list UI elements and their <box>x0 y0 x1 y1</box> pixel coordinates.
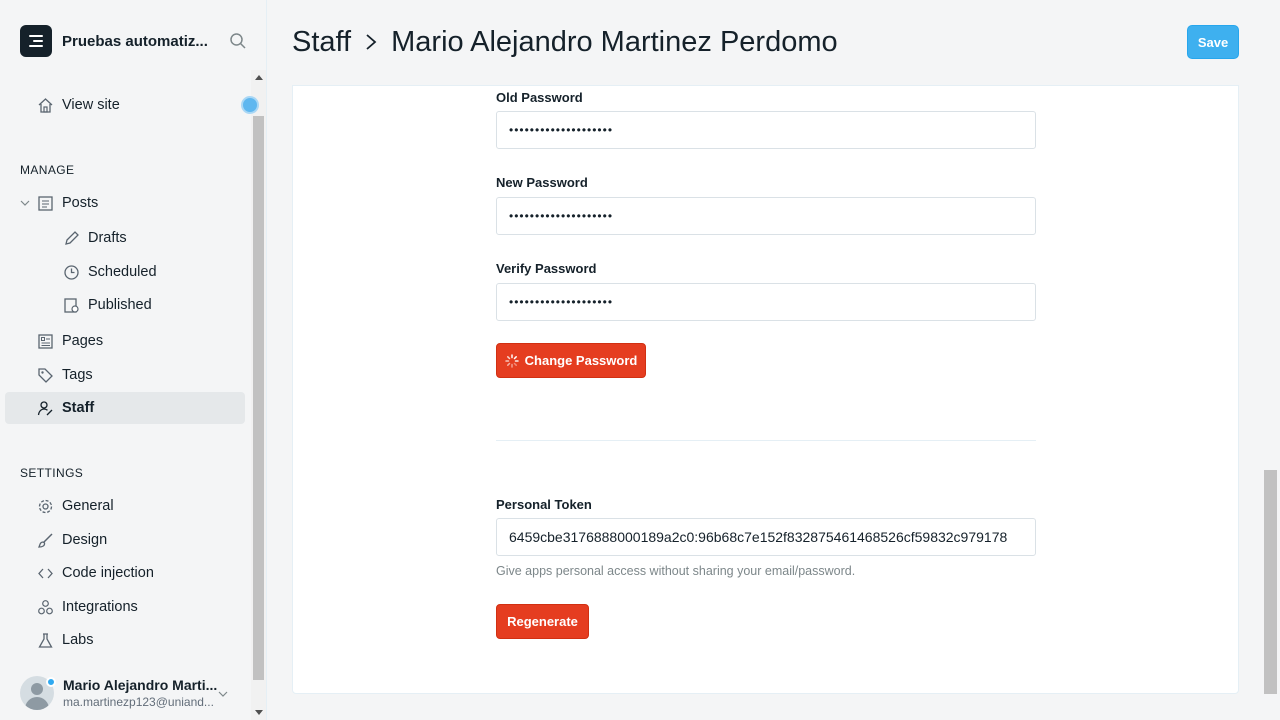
personal-token-label: Personal Token <box>496 497 592 512</box>
sidebar-item-label: Drafts <box>88 230 127 246</box>
sidebar-item-label: Tags <box>62 367 93 383</box>
breadcrumb: Staff Mario Alejandro Martinez Perdomo <box>292 24 838 60</box>
posts-icon <box>36 194 54 212</box>
sidebar-item-label: General <box>62 498 114 514</box>
manage-section-title: MANAGE <box>20 163 75 177</box>
staff-icon <box>36 399 54 417</box>
chevron-right-icon <box>365 32 377 52</box>
page-title: Mario Alejandro Martinez Perdomo <box>391 25 838 58</box>
chevron-down-icon[interactable] <box>218 686 228 704</box>
brand[interactable]: Pruebas automatiz... <box>20 25 214 57</box>
published-icon <box>62 296 80 314</box>
spinner-icon <box>504 353 519 368</box>
sidebar-item-label: Pages <box>62 333 104 349</box>
code-icon <box>36 564 54 582</box>
sidebar-scroll-thumb[interactable] <box>253 116 264 680</box>
regenerate-button[interactable]: Regenerate <box>496 604 589 639</box>
main-scroll-thumb[interactable] <box>1264 470 1277 694</box>
pages-icon <box>36 332 54 350</box>
sidebar-item-general[interactable]: General <box>36 497 114 515</box>
settings-section-title: SETTINGS <box>20 466 84 480</box>
sidebar-item-label: Code injection <box>62 565 154 581</box>
sidebar-item-pages[interactable]: Pages <box>36 332 103 350</box>
verify-password-label: Verify Password <box>496 261 597 276</box>
sidebar-item-integrations[interactable]: Integrations <box>36 598 138 616</box>
gear-icon <box>36 497 54 515</box>
sidebar-item-label: Design <box>62 532 108 548</box>
old-password-field[interactable]: •••••••••••••••••••• <box>496 111 1036 149</box>
divider <box>496 440 1036 441</box>
sidebar-item-label: Staff <box>62 400 95 416</box>
personal-token-hint: Give apps personal access without sharin… <box>496 564 856 578</box>
user-email: ma.martinezp123@uniand... <box>63 695 214 709</box>
sidebar-item-posts[interactable]: Posts <box>20 194 98 212</box>
sidebar-item-view-site[interactable]: View site <box>36 96 120 114</box>
sidebar-item-label: Integrations <box>62 599 138 615</box>
update-indicator-dot[interactable] <box>241 96 259 114</box>
scroll-up-arrow-icon[interactable] <box>251 70 266 85</box>
pencil-icon <box>62 229 80 247</box>
sidebar-item-code-injection[interactable]: Code injection <box>36 564 154 582</box>
chevron-down-icon[interactable] <box>20 198 32 208</box>
scroll-down-arrow-icon[interactable] <box>251 705 266 720</box>
change-password-label: Change Password <box>524 353 638 368</box>
home-icon <box>36 96 54 114</box>
flask-icon <box>36 631 54 649</box>
breadcrumb-staff-link[interactable]: Staff <box>292 26 351 59</box>
personal-token-field[interactable]: 6459cbe3176888000189a2c0:96b68c7e152f832… <box>496 518 1036 556</box>
tag-icon <box>36 366 54 384</box>
new-password-field[interactable]: •••••••••••••••••••• <box>496 197 1036 235</box>
sidebar-item-published[interactable]: Published <box>62 296 152 314</box>
sidebar-item-label: Scheduled <box>88 264 157 280</box>
sidebar-item-label: View site <box>62 97 120 113</box>
search-icon[interactable] <box>229 32 247 50</box>
sidebar-item-tags[interactable]: Tags <box>36 366 93 384</box>
sidebar-item-label: Posts <box>62 195 99 211</box>
sidebar-item-staff[interactable]: Staff <box>36 399 94 417</box>
new-password-label: New Password <box>496 175 588 190</box>
brush-icon <box>36 531 54 549</box>
old-password-label: Old Password <box>496 90 583 105</box>
site-title: Pruebas automatiz... <box>62 32 208 50</box>
user-settings-card <box>292 85 1239 694</box>
sidebar-item-design[interactable]: Design <box>36 531 107 549</box>
sidebar-scrollbar[interactable] <box>251 70 266 720</box>
sidebar-item-scheduled[interactable]: Scheduled <box>62 263 157 281</box>
integrations-icon <box>36 598 54 616</box>
user-name: Mario Alejandro Marti... <box>63 677 218 693</box>
sidebar: Pruebas automatiz... View site MANAGE Po… <box>0 0 267 720</box>
user-menu[interactable]: Mario Alejandro Marti... ma.martinezp123… <box>20 676 228 710</box>
sidebar-item-labs[interactable]: Labs <box>36 631 93 649</box>
site-logo <box>20 25 52 57</box>
verify-password-field[interactable]: •••••••••••••••••••• <box>496 283 1036 321</box>
change-password-button[interactable]: Change Password <box>496 343 646 378</box>
notification-dot <box>46 677 56 687</box>
sidebar-item-label: Labs <box>62 632 94 648</box>
save-button[interactable]: Save <box>1187 25 1239 59</box>
sidebar-item-label: Published <box>88 297 152 313</box>
sidebar-item-drafts[interactable]: Drafts <box>62 229 127 247</box>
clock-icon <box>62 263 80 281</box>
